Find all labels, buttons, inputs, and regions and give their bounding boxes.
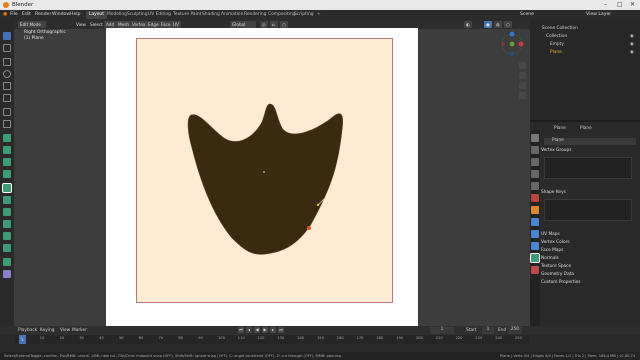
section-uv-maps[interactable]: UV Maps <box>541 232 638 239</box>
gizmo-x-axis[interactable] <box>509 41 515 47</box>
visibility-icon[interactable]: ◉ <box>630 34 634 39</box>
object-tab-icon[interactable] <box>531 206 539 214</box>
camera-view-icon[interactable] <box>519 82 526 89</box>
pan-icon[interactable] <box>519 72 526 79</box>
current-frame-field[interactable]: 1 <box>430 327 454 334</box>
timeline-tick: 130 <box>277 336 285 340</box>
timeline-ruler[interactable]: 1 0 10 20 30 40 50 60 70 80 90 100 110 120 130 140 150 1… <box>14 335 530 344</box>
visibility-icon[interactable]: ◉ <box>630 42 634 47</box>
timeline-tick: 190 <box>396 336 404 340</box>
collection-label[interactable]: Collection <box>546 34 567 39</box>
timeline-tick: 50 <box>119 336 124 340</box>
visibility-icon[interactable]: ◉ <box>630 50 634 55</box>
next-keyframe-icon[interactable]: ▸ <box>270 327 276 333</box>
scene-collection-label[interactable]: Scene Collection <box>542 26 578 31</box>
end-frame-field[interactable]: 250 <box>508 327 522 334</box>
jump-start-icon[interactable]: ⏮ <box>238 327 244 333</box>
ortho-toggle-icon[interactable] <box>519 92 526 99</box>
section-vertex-colors[interactable]: Vertex Colors <box>541 240 638 247</box>
zoom-icon[interactable] <box>519 62 526 69</box>
section-shape-keys[interactable]: Shape Keys <box>541 190 638 197</box>
status-hint: Select/Extend/Toggle, confirm, Esc/RMB: … <box>4 353 342 358</box>
gizmo-neg-y-axis[interactable] <box>501 42 505 46</box>
status-bar: Select/Extend/Toggle, confirm, Esc/RMB: … <box>0 352 640 360</box>
render-tab-icon[interactable] <box>531 146 539 154</box>
gizmo-z-axis[interactable] <box>509 31 515 37</box>
gizmo-neg-z-axis[interactable] <box>510 52 514 56</box>
timeline-tick: 0 <box>20 336 23 340</box>
crest-shape[interactable] <box>187 103 344 255</box>
particles-tab-icon[interactable] <box>531 230 539 238</box>
physics-tab-icon[interactable] <box>531 242 539 250</box>
timeline-tick: 100 <box>218 336 225 340</box>
mesh-data-tab-icon[interactable] <box>530 253 540 263</box>
timeline-tick: 250 <box>515 336 522 340</box>
section-normals[interactable]: Normals <box>541 256 638 263</box>
timeline-tick: 10 <box>39 336 45 340</box>
timeline-tick: 120 <box>257 336 265 340</box>
playback-menu[interactable]: Playback <box>18 328 37 333</box>
properties-tabs <box>530 130 540 326</box>
view-layer-tab-icon[interactable] <box>531 170 539 178</box>
status-stats: Plane | Verts 4/4 | Edges 4/4 | Faces 1/… <box>500 353 636 358</box>
modifier-tab-icon[interactable] <box>531 218 539 226</box>
timeline-tick: 80 <box>178 336 183 340</box>
scene-tab-icon[interactable] <box>531 182 539 190</box>
start-label: Start <box>466 328 477 333</box>
world-tab-icon[interactable] <box>531 194 539 202</box>
timeline-tick: 90 <box>198 336 203 340</box>
shape-keys-list[interactable] <box>544 199 632 221</box>
section-vertex-groups[interactable]: Vertex Groups <box>541 148 638 155</box>
mesh-name: Plane <box>580 126 592 131</box>
section-custom-properties[interactable]: Custom Properties <box>541 280 638 287</box>
timeline-tick: 20 <box>59 336 65 340</box>
timeline-tick: 230 <box>475 336 483 340</box>
outliner-item-empty[interactable]: Empty <box>550 42 564 47</box>
tool-tab-icon[interactable] <box>531 134 539 142</box>
timeline-tick: 210 <box>435 336 443 340</box>
timeline-tick: 200 <box>416 336 423 340</box>
section-texture-space[interactable]: Texture Space <box>541 264 638 271</box>
play-icon[interactable]: ▶ <box>262 327 268 333</box>
timeline-tick: 140 <box>297 336 305 340</box>
end-label: End <box>498 328 507 333</box>
marker-menu[interactable]: Marker <box>72 328 87 333</box>
timeline-header: Playback Keying View Marker ⏮ ◂ ◀ ▶ ▸ ⏭ … <box>0 326 640 335</box>
timeline-tick: 150 <box>317 336 324 340</box>
timeline-tick: 170 <box>356 336 364 340</box>
outliner-item-plane[interactable]: Plane <box>550 50 562 55</box>
timeline-tick: 60 <box>138 336 144 340</box>
material-tab-icon[interactable] <box>531 266 539 274</box>
timeline-tick: 40 <box>99 336 104 340</box>
outliner-panel: Scene Collection Collection Empty Plane … <box>530 20 640 120</box>
timeline-tick: 180 <box>376 336 384 340</box>
timeline-tick: 160 <box>336 336 344 340</box>
mesh-data-field[interactable]: Plane <box>544 138 636 145</box>
selected-vertex[interactable] <box>307 226 311 230</box>
timeline-tick: 220 <box>455 336 463 340</box>
section-face-maps[interactable]: Face Maps <box>541 248 638 255</box>
start-frame-field[interactable]: 1 <box>482 327 494 334</box>
origin-point <box>263 171 265 173</box>
keying-menu[interactable]: Keying <box>40 328 54 333</box>
prev-keyframe-icon[interactable]: ◂ <box>246 327 252 333</box>
timeline-tick: 70 <box>158 336 164 340</box>
timeline-tick: 110 <box>237 336 245 340</box>
play-reverse-icon[interactable]: ◀ <box>254 327 260 333</box>
timeline-tick: 30 <box>79 336 84 340</box>
vertex-groups-list[interactable] <box>544 157 632 179</box>
gizmo-y-axis[interactable] <box>518 41 524 47</box>
timeline-tick: 240 <box>495 336 503 340</box>
jump-end-icon[interactable]: ⏭ <box>278 327 284 333</box>
output-tab-icon[interactable] <box>531 158 539 166</box>
object-name: Plane <box>554 126 566 131</box>
section-geometry-data[interactable]: Geometry Data <box>541 272 638 279</box>
timeline-view-menu[interactable]: View <box>60 328 70 333</box>
